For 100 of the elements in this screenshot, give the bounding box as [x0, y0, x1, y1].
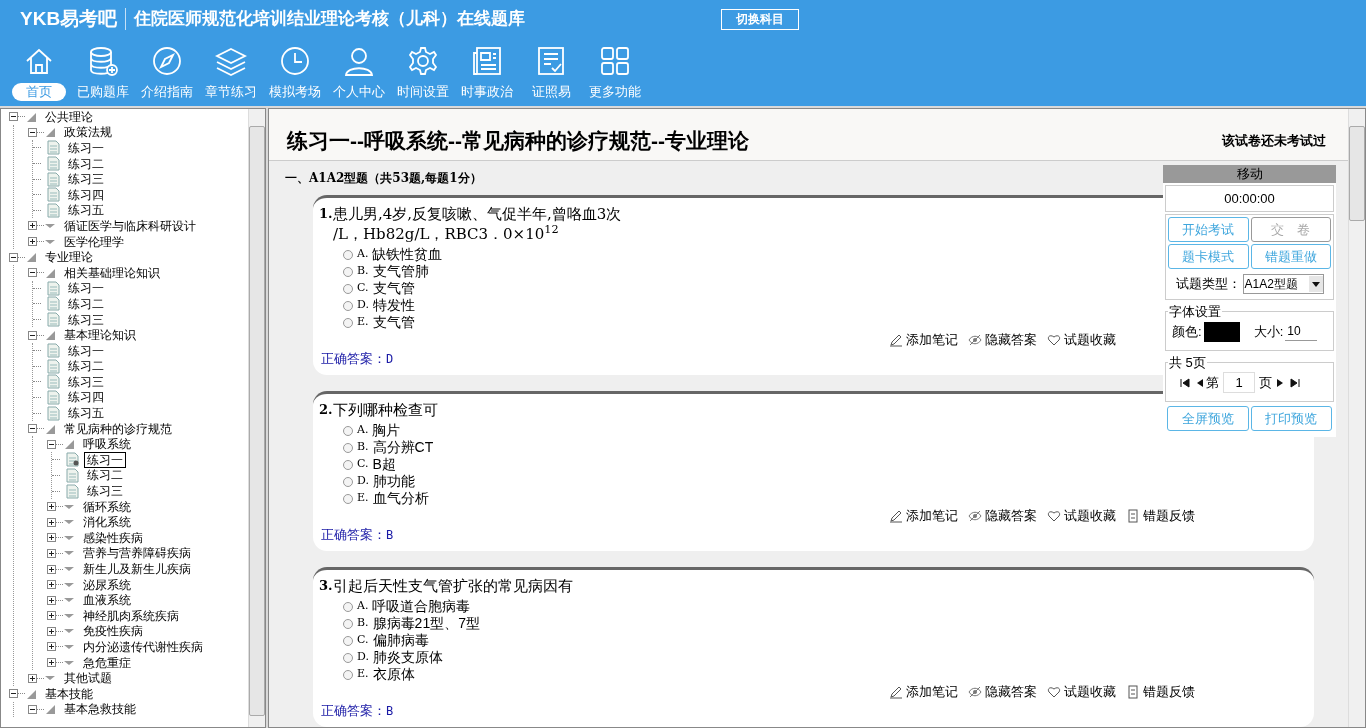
radio-button[interactable] — [343, 493, 353, 504]
option-text: 支气管 — [372, 279, 415, 298]
option-text: 肺功能 — [372, 472, 415, 491]
size-field[interactable]: 10 — [1285, 322, 1318, 341]
question-text: /L，Hb82g/L，RBC3．0×10$^{12}$ — [333, 224, 559, 244]
tree-item[interactable]: 急危重症 — [83, 653, 131, 672]
option-letter: D. — [357, 473, 369, 490]
paper-title: 练习一--呼吸系统--常见病种的诊疗规范--专业理论 — [287, 127, 749, 154]
action-link[interactable]: 隐藏答案 — [968, 682, 1037, 702]
radio-button[interactable] — [343, 425, 353, 436]
document-icon — [47, 358, 60, 374]
action-link[interactable]: 错题反馈 — [1126, 682, 1195, 702]
app-logo: YKB易考吧 — [20, 8, 127, 30]
tree-item[interactable]: 内分泌遗传代谢性疾病 — [83, 638, 203, 656]
option-text: 高分辨CT — [372, 438, 434, 457]
radio-button[interactable] — [343, 618, 353, 629]
action-link[interactable]: 添加笔记 — [889, 330, 958, 350]
radio-button[interactable] — [343, 635, 353, 646]
option-text: B超 — [372, 455, 396, 474]
option-text: 特发性 — [372, 296, 415, 315]
option-letter: A. — [357, 246, 369, 263]
pencil-icon — [889, 509, 903, 523]
type-dropdown[interactable]: A1A2型题 — [1242, 274, 1324, 294]
action-link[interactable]: 添加笔记 — [889, 682, 958, 702]
page-field[interactable]: 1 — [1223, 372, 1255, 393]
option-letter: A. — [357, 598, 369, 615]
field-label: 第 — [1206, 373, 1219, 392]
document-icon — [66, 467, 79, 483]
radio-button[interactable] — [343, 300, 353, 311]
tree-item[interactable]: 练习二 — [65, 154, 107, 173]
tree-item[interactable]: 基本急救技能 — [64, 700, 136, 719]
tree-item[interactable]: 练习四 — [65, 388, 107, 407]
action-link[interactable]: 试题收藏 — [1047, 506, 1116, 526]
radio-button[interactable] — [343, 283, 353, 294]
tree-item[interactable]: 练习二 — [84, 466, 126, 485]
scrollbar[interactable] — [1348, 109, 1365, 727]
radio-button[interactable] — [343, 669, 353, 680]
document-icon — [47, 171, 60, 187]
option-text: 胸片 — [372, 421, 401, 440]
answer-label: 正确答案： — [321, 526, 386, 545]
option-letter: E. — [357, 490, 369, 507]
tree-item[interactable]: 呼吸系统 — [83, 435, 131, 454]
answer-value: B — [386, 527, 394, 544]
radio-button[interactable] — [343, 266, 353, 277]
eye-icon — [968, 685, 982, 699]
action-link[interactable]: 隐藏答案 — [968, 506, 1037, 526]
color-swatch[interactable] — [1203, 321, 1240, 342]
clock-icon — [279, 45, 311, 77]
scroll-thumb[interactable] — [1349, 126, 1365, 221]
tree-item[interactable]: 营养与营养障碍疾病 — [83, 544, 191, 563]
document-icon — [47, 156, 60, 172]
door-icon — [1126, 509, 1140, 523]
document-icon — [47, 405, 60, 421]
option-letter: C. — [357, 632, 369, 649]
drag-handle[interactable]: 移动 — [1163, 165, 1336, 183]
tree-item[interactable]: 医学伦理学 — [64, 232, 124, 251]
action-link[interactable]: 隐藏答案 — [968, 330, 1037, 350]
option-text: 缺铁性贫血 — [372, 245, 443, 264]
radio-button[interactable] — [343, 476, 353, 487]
radio-button[interactable] — [343, 601, 353, 612]
action-link[interactable]: 试题收藏 — [1047, 682, 1116, 702]
section-heading: 一、A1A2型题（共53题,每题1分） — [285, 170, 482, 183]
option-text: 血气分析 — [372, 489, 429, 508]
first-page-icon[interactable] — [1180, 377, 1190, 388]
answer-value: D — [386, 351, 394, 368]
action-link[interactable]: 错题反馈 — [1126, 506, 1195, 526]
tree-item[interactable]: 免疫性疾病 — [83, 622, 143, 641]
tree-item[interactable]: 练习一 — [84, 451, 126, 468]
group-label: 字体设置 — [1168, 303, 1222, 321]
option-text: 呼吸道合胞病毒 — [372, 597, 471, 616]
field-label: 颜色: — [1172, 322, 1202, 341]
document-icon — [47, 140, 60, 156]
tree-item[interactable]: 政策法规 — [64, 123, 112, 142]
radio-button[interactable] — [343, 249, 353, 260]
tree-item[interactable]: 练习一 — [65, 139, 107, 157]
option-letter: B. — [357, 439, 369, 456]
document-icon — [47, 374, 60, 390]
radio-button[interactable] — [343, 317, 353, 328]
action-link[interactable]: 添加笔记 — [889, 506, 958, 526]
radio-button[interactable] — [343, 652, 353, 663]
document-icon — [47, 296, 60, 312]
tree-item[interactable]: 新生儿及新生儿疾病 — [83, 560, 191, 578]
radio-button[interactable] — [343, 442, 353, 453]
document-pin-icon — [66, 452, 79, 468]
triangle-icon — [25, 251, 37, 264]
tree-item[interactable]: 公共理论 — [45, 109, 93, 126]
paper-status: 该试卷还未考试过 — [1222, 131, 1326, 150]
document-icon — [47, 390, 60, 405]
last-page-icon[interactable] — [1290, 377, 1300, 388]
tree-item[interactable]: 泌尿系统 — [83, 575, 131, 594]
action-link[interactable]: 试题收藏 — [1047, 330, 1116, 350]
triangle-icon — [44, 126, 56, 139]
option-letter: B. — [357, 615, 369, 632]
heart-icon — [1047, 333, 1061, 347]
question-number: 2. — [319, 401, 333, 419]
radio-button[interactable] — [343, 459, 353, 470]
field-label: 试题类型： — [1175, 275, 1241, 294]
tree-item[interactable]: 练习三 — [65, 310, 107, 329]
option-letter: D. — [357, 297, 369, 314]
option-letter: C. — [357, 280, 369, 297]
